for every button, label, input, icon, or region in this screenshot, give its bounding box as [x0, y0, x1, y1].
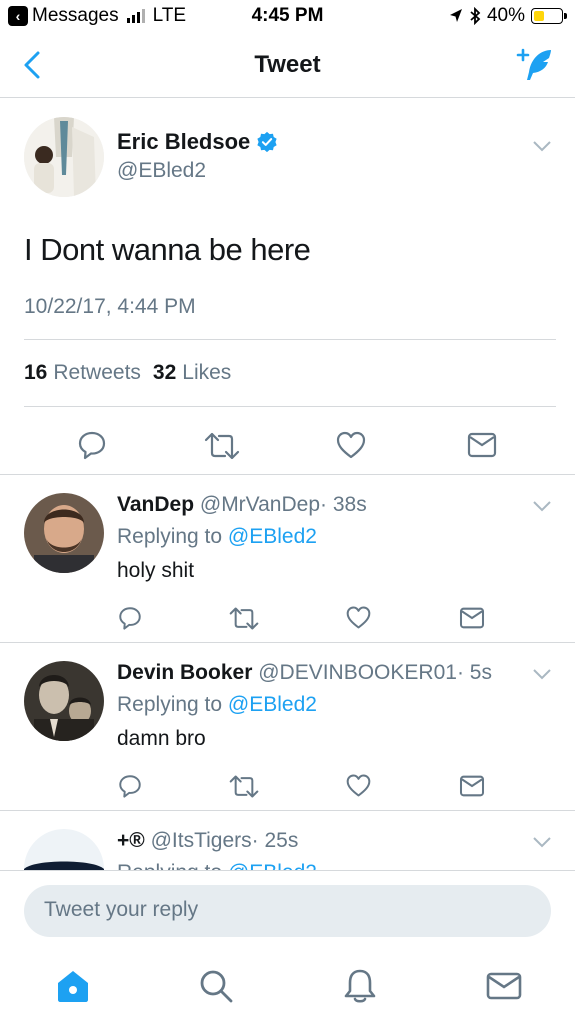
- chevron-down-icon[interactable]: [531, 499, 553, 513]
- reply-tweet[interactable]: VanDep @MrVanDep· 38s Replying to @EBled…: [0, 475, 575, 642]
- like-heart-icon[interactable]: [345, 773, 372, 798]
- reply-header: VanDep @MrVanDep· 38s: [117, 493, 367, 517]
- retweet-icon[interactable]: [228, 774, 260, 799]
- reply-author-handle[interactable]: @MrVanDep: [200, 493, 320, 516]
- page-title: Tweet: [254, 51, 321, 78]
- reply-author-handle[interactable]: @ItsTigers: [151, 829, 252, 852]
- author-name-text[interactable]: Eric Bledsoe: [117, 129, 250, 155]
- tweet-text: I Dont wanna be here: [24, 232, 311, 267]
- retweets-label: Retweets: [53, 361, 141, 384]
- nav-bar: Tweet: [0, 34, 575, 98]
- replying-prefix: Replying to: [117, 693, 223, 716]
- likes-count: 32: [152, 361, 177, 384]
- direct-message-icon[interactable]: [467, 432, 497, 458]
- reply-text: damn bro: [117, 727, 206, 750]
- reply-author-name[interactable]: +®: [117, 829, 145, 852]
- reply-tweet[interactable]: Devin Booker @DEVINBOOKER01· 5s Replying…: [0, 643, 575, 810]
- battery-icon: [531, 8, 567, 24]
- location-arrow-icon: [449, 9, 462, 22]
- chevron-down-icon[interactable]: [531, 835, 553, 849]
- chevron-down-icon[interactable]: [531, 139, 553, 153]
- status-bar: ‹ Messages LTE 4:45 PM 40%: [0, 0, 575, 34]
- reply-age: · 5s: [456, 661, 492, 684]
- replying-to: Replying to @EBled2: [117, 861, 317, 870]
- tab-home-icon[interactable]: [53, 966, 93, 1006]
- reply-author-handle[interactable]: @DEVINBOOKER01: [258, 661, 457, 684]
- replying-to-link[interactable]: @EBled2: [228, 693, 317, 716]
- reply-compose-bar: Tweet your reply: [0, 870, 575, 946]
- reply-text: holy shit: [117, 559, 195, 582]
- retweets-count: 16: [24, 361, 48, 384]
- reply-header: Devin Booker @DEVINBOOKER01· 5s: [117, 661, 492, 685]
- retweet-icon[interactable]: [203, 431, 241, 461]
- reply-age: · 25s: [251, 829, 299, 852]
- avatar[interactable]: [24, 117, 104, 197]
- tab-messages-icon[interactable]: [484, 966, 524, 1006]
- reply-icon[interactable]: [76, 429, 108, 461]
- avatar[interactable]: [24, 661, 104, 741]
- compose-tweet-icon[interactable]: [515, 46, 555, 86]
- like-heart-icon[interactable]: [345, 605, 372, 630]
- avatar[interactable]: [24, 493, 104, 573]
- verified-badge-icon: [257, 131, 277, 153]
- like-heart-icon[interactable]: [335, 430, 367, 460]
- bluetooth-icon: [470, 7, 481, 25]
- chevron-down-icon[interactable]: [531, 667, 553, 681]
- reply-icon[interactable]: [117, 773, 143, 799]
- tab-bar: [0, 946, 575, 1024]
- reply-actions: [0, 769, 575, 803]
- likes-label: Likes: [182, 361, 232, 384]
- direct-message-icon[interactable]: [459, 607, 485, 629]
- divider: [24, 406, 556, 407]
- reply-author-name[interactable]: Devin Booker: [117, 661, 252, 684]
- retweets-stat[interactable]: 16 Retweets: [24, 361, 141, 385]
- reply-age: · 38s: [320, 493, 367, 516]
- replying-to-link[interactable]: @EBled2: [228, 525, 317, 548]
- replying-to: Replying to @EBled2: [117, 525, 317, 549]
- tweet-timestamp: 10/22/17, 4:44 PM: [24, 295, 196, 318]
- replying-to: Replying to @EBled2: [117, 693, 317, 717]
- direct-message-icon[interactable]: [459, 775, 485, 797]
- reply-actions: [0, 601, 575, 635]
- replying-prefix: Replying to: [117, 861, 222, 870]
- tab-notifications-icon[interactable]: [340, 966, 380, 1006]
- replying-prefix: Replying to: [117, 525, 223, 548]
- reply-header: +® @ItsTigers· 25s: [117, 829, 298, 853]
- tab-search-icon[interactable]: [196, 966, 236, 1006]
- avatar[interactable]: [24, 829, 104, 870]
- retweet-icon[interactable]: [228, 606, 260, 631]
- reply-author-name[interactable]: VanDep: [117, 493, 194, 516]
- tweet-stats: 16 Retweets 32 Likes: [24, 361, 231, 385]
- reply-icon[interactable]: [117, 605, 143, 631]
- reply-tweet[interactable]: +® @ItsTigers· 25s Replying to @EBled2: [0, 811, 575, 870]
- replying-to-link[interactable]: @EBled2: [228, 861, 317, 870]
- author-name[interactable]: Eric Bledsoe: [117, 129, 278, 155]
- battery-percent: 40%: [486, 5, 525, 26]
- divider: [24, 339, 556, 340]
- battery-fill: [534, 11, 545, 21]
- author-handle[interactable]: @EBled2: [117, 159, 206, 183]
- tweet-actions: [0, 419, 575, 479]
- likes-stat[interactable]: 32 Likes: [153, 361, 231, 385]
- reply-input[interactable]: Tweet your reply: [24, 885, 551, 937]
